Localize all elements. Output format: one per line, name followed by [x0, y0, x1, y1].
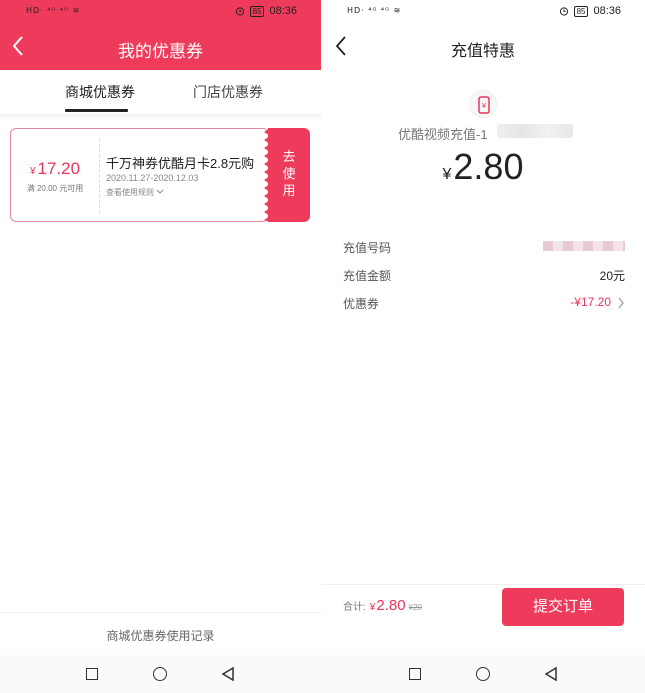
order-total: 合计: ¥2.80 ¥20 [343, 597, 422, 614]
nav-home-icon[interactable] [153, 667, 167, 681]
submit-order-button[interactable]: 提交订单 [502, 588, 624, 626]
signal-icons: HD· ⁴ᴳ ⁴ᴳ ≋ [26, 6, 81, 15]
system-nav-bar [321, 655, 645, 693]
svg-text:¥: ¥ [482, 102, 487, 110]
nav-home-icon[interactable] [476, 667, 490, 681]
coupon-amount: ¥17.20 [29, 159, 81, 178]
page-title: 充值特惠 [450, 43, 515, 60]
status-bar: HD· ⁴ᴳ ⁴ᴳ ≋ 85 08:36 [321, 0, 645, 24]
coupon-condition: 满 20.00 元可用 [26, 184, 84, 193]
coupon-date-range: 2020.11.27-2020.12.03 [106, 173, 199, 183]
product-name: 优酷视频充值-1 [398, 127, 488, 142]
battery-icon: 85 [249, 5, 265, 17]
coupon-list-screen: HD· ⁴ᴳ ⁴ᴳ ≋ 85 08:36 我的优惠券 商城优惠券 门店优惠券 ¥… [0, 0, 321, 693]
recharge-screen: HD· ⁴ᴳ ⁴ᴳ ≋ 85 08:36 充值特惠 ¥ 优酷视频充值-1 ¥2.… [321, 0, 645, 693]
phone-recharge-icon: ¥ [478, 96, 490, 114]
alarm-icon [559, 7, 568, 16]
page-title: 我的优惠券 [118, 42, 203, 61]
coupon-card[interactable]: ¥17.20 满 20.00 元可用 千万神券优酷月卡2.8元购 2020.11… [10, 128, 310, 222]
use-coupon-button[interactable]: 去 使 用 [268, 128, 310, 222]
nav-recent-icon[interactable] [86, 668, 98, 680]
usage-rules-link[interactable]: 查看使用规则 [106, 187, 164, 198]
nav-back-icon[interactable] [544, 666, 558, 682]
pay-price: ¥2.80 [442, 146, 524, 187]
tab-mall-coupons[interactable]: 商城优惠券 [65, 82, 135, 102]
active-tab-indicator [65, 109, 128, 112]
tab-store-coupons[interactable]: 门店优惠券 [193, 82, 263, 102]
nav-back-icon[interactable] [221, 666, 235, 682]
row-coupon[interactable]: 优惠券 -¥17.20 [343, 295, 625, 315]
tab-bar: 商城优惠券 门店优惠券 [0, 70, 321, 116]
row-recharge-number: 充值号码 [343, 239, 625, 259]
signal-icons: HD· ⁴ᴳ ⁴ᴳ ≋ [347, 6, 402, 15]
ticket-edge [264, 128, 270, 222]
clock: 08:36 [593, 5, 621, 17]
row-recharge-amount: 充值金额 20元 [343, 269, 625, 283]
battery-icon: 85 [573, 5, 589, 17]
alarm-icon [235, 7, 244, 16]
nav-recent-icon[interactable] [409, 668, 421, 680]
chevron-right-icon[interactable] [617, 297, 625, 309]
redacted-phone-number [543, 241, 625, 251]
coupon-name: 千万神券优酷月卡2.8元购 [106, 156, 255, 171]
redacted-text [497, 124, 573, 138]
clock: 08:36 [269, 5, 297, 17]
coupon-history-link[interactable]: 商城优惠券使用记录 [0, 627, 321, 644]
system-nav-bar [0, 655, 321, 693]
chevron-down-icon [156, 189, 164, 194]
status-bar: HD· ⁴ᴳ ⁴ᴳ ≋ 85 08:36 [0, 0, 321, 24]
divider [99, 139, 100, 213]
product-icon-wrap: ¥ [469, 90, 497, 118]
